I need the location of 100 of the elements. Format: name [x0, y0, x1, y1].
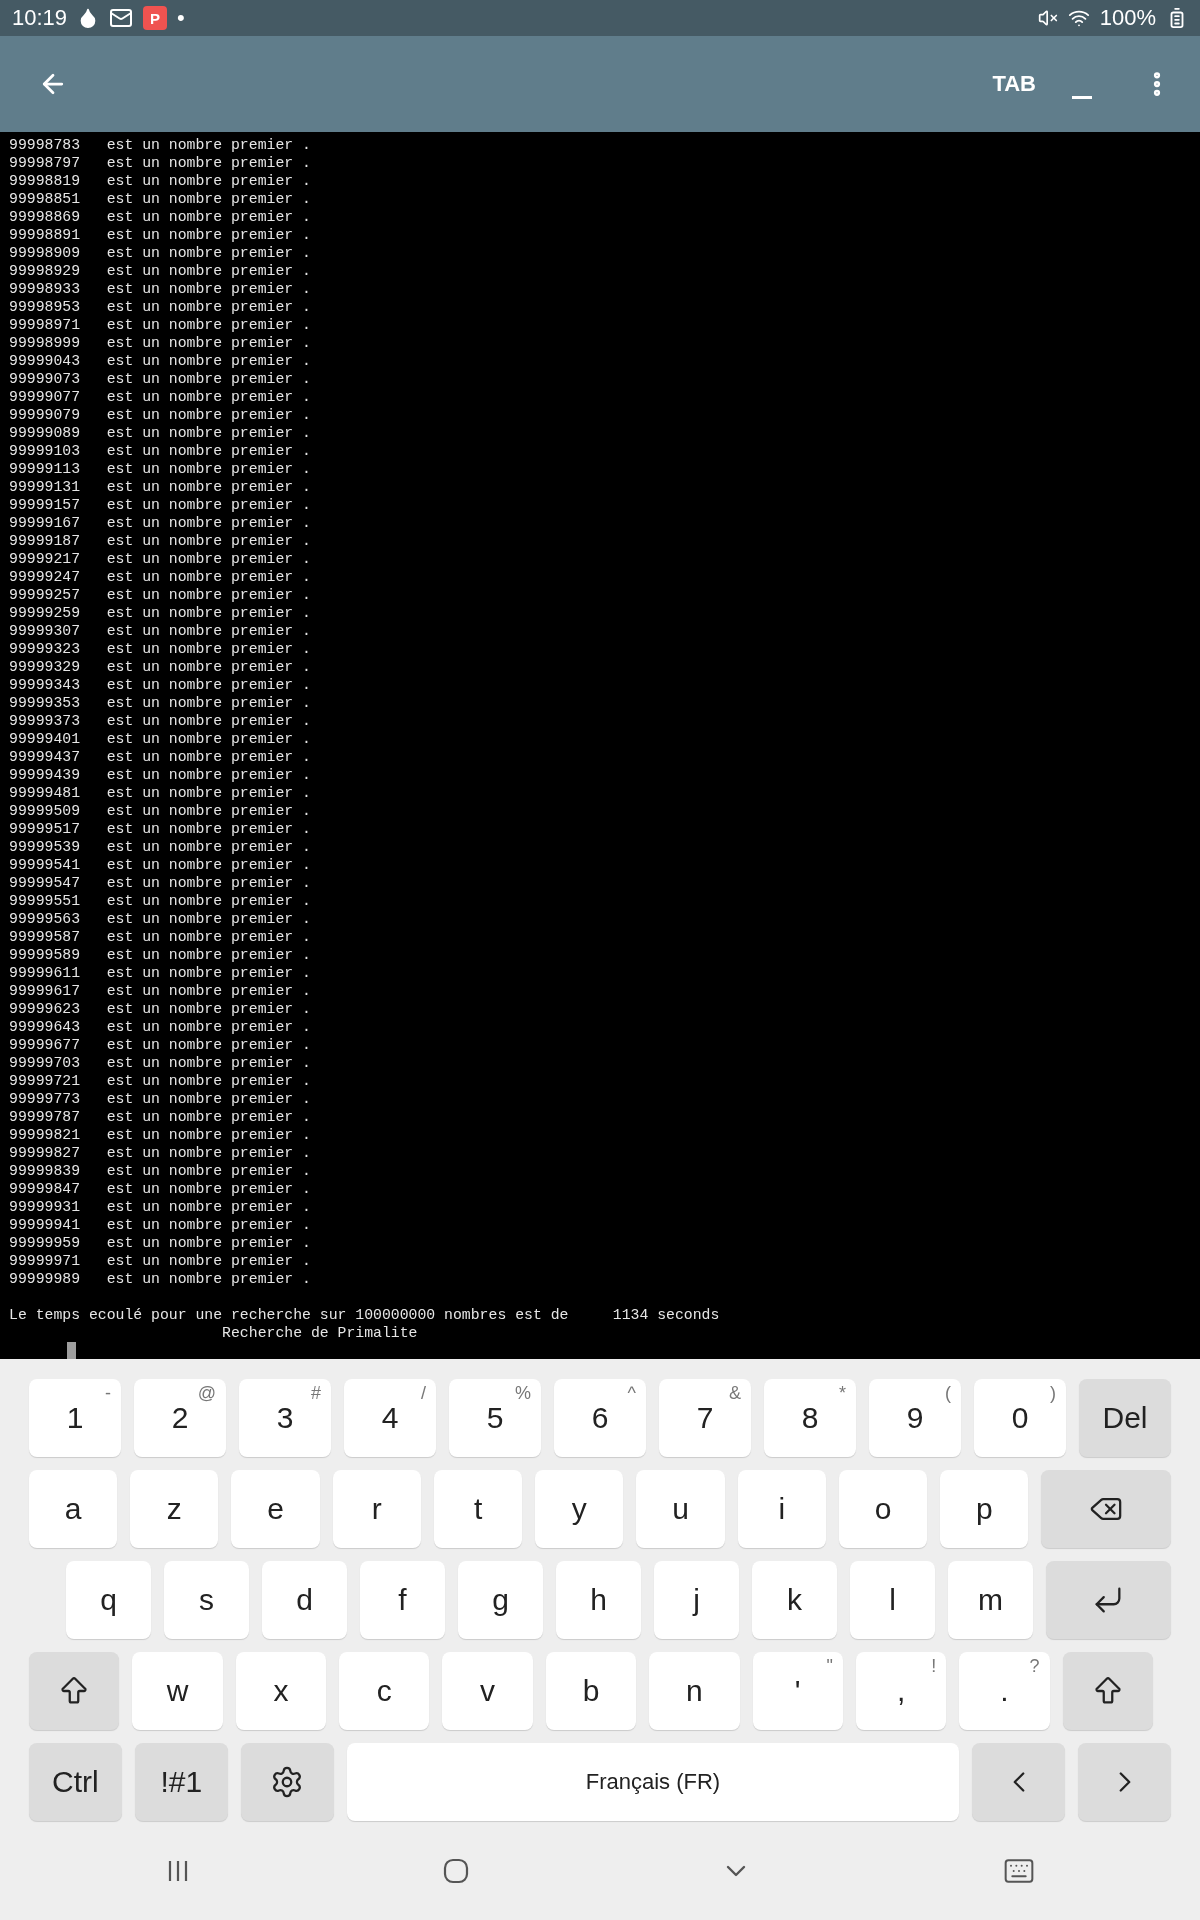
terminal-line: 99999773 est un nombre premier . — [9, 1090, 311, 1108]
terminal-line: 99999077 est un nombre premier . — [9, 388, 311, 406]
terminal-line: 99999941 est un nombre premier . — [9, 1216, 311, 1234]
key[interactable]: a — [29, 1470, 118, 1548]
key[interactable]: j — [654, 1561, 739, 1639]
key[interactable]: v — [442, 1652, 533, 1730]
key[interactable]: . ? — [959, 1652, 1050, 1730]
key-hint: ! — [931, 1656, 937, 1677]
terminal-line: 99999167 est un nombre premier . — [9, 514, 311, 532]
key-hint: @ — [197, 1383, 216, 1404]
terminal-line: 99999103 est un nombre premier . — [9, 442, 311, 460]
key[interactable]: g — [458, 1561, 543, 1639]
key[interactable]: 4 / — [344, 1379, 436, 1457]
key[interactable]: , ! — [855, 1652, 947, 1730]
key-hint: ( — [945, 1383, 951, 1404]
key[interactable]: o — [838, 1470, 928, 1548]
key[interactable]: 0 ) — [974, 1379, 1066, 1457]
terminal-line: 99998929 est un nombre premier . — [9, 262, 311, 280]
key[interactable]: ' " — [752, 1652, 843, 1730]
underscore-icon[interactable] — [1072, 95, 1092, 99]
terminal-line: 99999547 est un nombre premier . — [9, 874, 311, 892]
key[interactable]: r — [332, 1470, 421, 1548]
tab-button[interactable]: TAB — [986, 63, 1042, 105]
terminal-line: 99999079 est un nombre premier . — [9, 406, 311, 424]
key[interactable]: u — [636, 1470, 725, 1548]
key[interactable]: h — [556, 1561, 641, 1639]
notification-dot: • — [177, 5, 185, 31]
key[interactable]: Ctrl — [29, 1743, 122, 1821]
key[interactable]: 3 # — [239, 1379, 331, 1457]
key[interactable]: d — [262, 1561, 347, 1639]
terminal-line: 99999587 est un nombre premier . — [9, 928, 311, 946]
settings-key[interactable] — [240, 1743, 334, 1821]
key[interactable]: e — [231, 1470, 320, 1548]
key[interactable]: m — [948, 1561, 1033, 1639]
terminal-line: 99999787 est un nombre premier . — [9, 1108, 311, 1126]
terminal-line: 99999113 est un nombre premier . — [9, 460, 311, 478]
key[interactable]: f — [360, 1561, 445, 1639]
terminal-line: 99999959 est un nombre premier . — [9, 1234, 311, 1252]
key[interactable]: k — [752, 1561, 837, 1639]
key[interactable]: !#1 — [134, 1743, 228, 1821]
terminal-line: Le temps ecoulé pour une recherche sur 100000000 nombres est de 1134 seconds — [9, 1306, 720, 1324]
terminal-line: 99999157 est un nombre premier . — [9, 496, 311, 514]
key[interactable]: 5 % — [449, 1379, 541, 1457]
terminal-line: 99999931 est un nombre premier . — [9, 1198, 311, 1216]
key[interactable]: 7 & — [659, 1379, 751, 1457]
key[interactable]: 1 - — [29, 1379, 121, 1457]
key-hint: ) — [1050, 1383, 1056, 1404]
text-cursor — [67, 1342, 76, 1359]
key[interactable]: 9 ( — [869, 1379, 961, 1457]
terminal-line: 99999373 est un nombre premier . — [9, 712, 311, 730]
terminal-line: 99999323 est un nombre premier . — [9, 640, 311, 658]
terminal-line: 99999643 est un nombre premier . — [9, 1018, 311, 1036]
key[interactable]: n — [649, 1652, 740, 1730]
key[interactable]: 8 * — [764, 1379, 856, 1457]
backspace-key[interactable] — [1041, 1470, 1172, 1548]
terminal-line: 99998869 est un nombre premier . — [9, 208, 311, 226]
shift-key[interactable] — [29, 1652, 120, 1730]
key[interactable]: c — [339, 1652, 430, 1730]
key[interactable]: s — [164, 1561, 249, 1639]
key[interactable]: b — [545, 1652, 637, 1730]
key[interactable]: Del — [1079, 1379, 1171, 1457]
space-bar[interactable]: Français (FR) — [346, 1743, 960, 1821]
key[interactable]: i — [737, 1470, 826, 1548]
key-hint: & — [729, 1383, 741, 1404]
terminal-line: 99999551 est un nombre premier . — [9, 892, 311, 910]
key-hint: # — [311, 1383, 321, 1404]
key[interactable]: 2 @ — [134, 1379, 226, 1457]
key[interactable]: p — [940, 1470, 1029, 1548]
terminal-line: 99999677 est un nombre premier . — [9, 1036, 311, 1054]
terminal-line: 99999437 est un nombre premier . — [9, 748, 311, 766]
key[interactable]: l — [850, 1561, 935, 1639]
key[interactable]: w — [132, 1652, 223, 1730]
terminal-line: 99999539 est un nombre premier . — [9, 838, 311, 856]
terminal-line: 99999439 est un nombre premier . — [9, 766, 311, 784]
terminal-line: 99999971 est un nombre premier . — [9, 1252, 311, 1270]
key[interactable]: t — [433, 1470, 523, 1548]
terminal-line: 99999043 est un nombre premier . — [9, 352, 311, 370]
key-hint: * — [839, 1383, 846, 1404]
terminal-line: 99998999 est un nombre premier . — [9, 334, 311, 352]
terminal-line: 99999217 est un nombre premier . — [9, 550, 311, 568]
key[interactable]: 6 ^ — [554, 1379, 646, 1457]
terminal-line: 99998819 est un nombre premier . — [9, 172, 311, 190]
key[interactable]: q — [66, 1561, 151, 1639]
terminal-line: 99999839 est un nombre premier . — [9, 1162, 311, 1180]
terminal-line: 99999307 est un nombre premier . — [9, 622, 311, 640]
terminal-line: 99998953 est un nombre premier . — [9, 298, 311, 316]
key[interactable]: x — [235, 1652, 327, 1730]
terminal-line: 99999343 est un nombre premier . — [9, 676, 311, 694]
terminal-line: 99998783 est un nombre premier . — [9, 136, 311, 154]
key[interactable]: z — [130, 1470, 219, 1548]
key[interactable]: y — [535, 1470, 624, 1548]
shift-key[interactable] — [1062, 1652, 1153, 1730]
terminal-line: 99999989 est un nombre premier . — [9, 1270, 311, 1288]
battery-percent: 100% — [1099, 5, 1156, 31]
key-hint: % — [515, 1383, 531, 1404]
terminal-line: 99999847 est un nombre premier . — [9, 1180, 311, 1198]
terminal-line: 99999481 est un nombre premier . — [9, 784, 311, 802]
terminal-line: 99999073 est un nombre premier . — [9, 370, 311, 388]
key-hint: ^ — [627, 1383, 636, 1404]
mute-icon — [1037, 8, 1058, 28]
